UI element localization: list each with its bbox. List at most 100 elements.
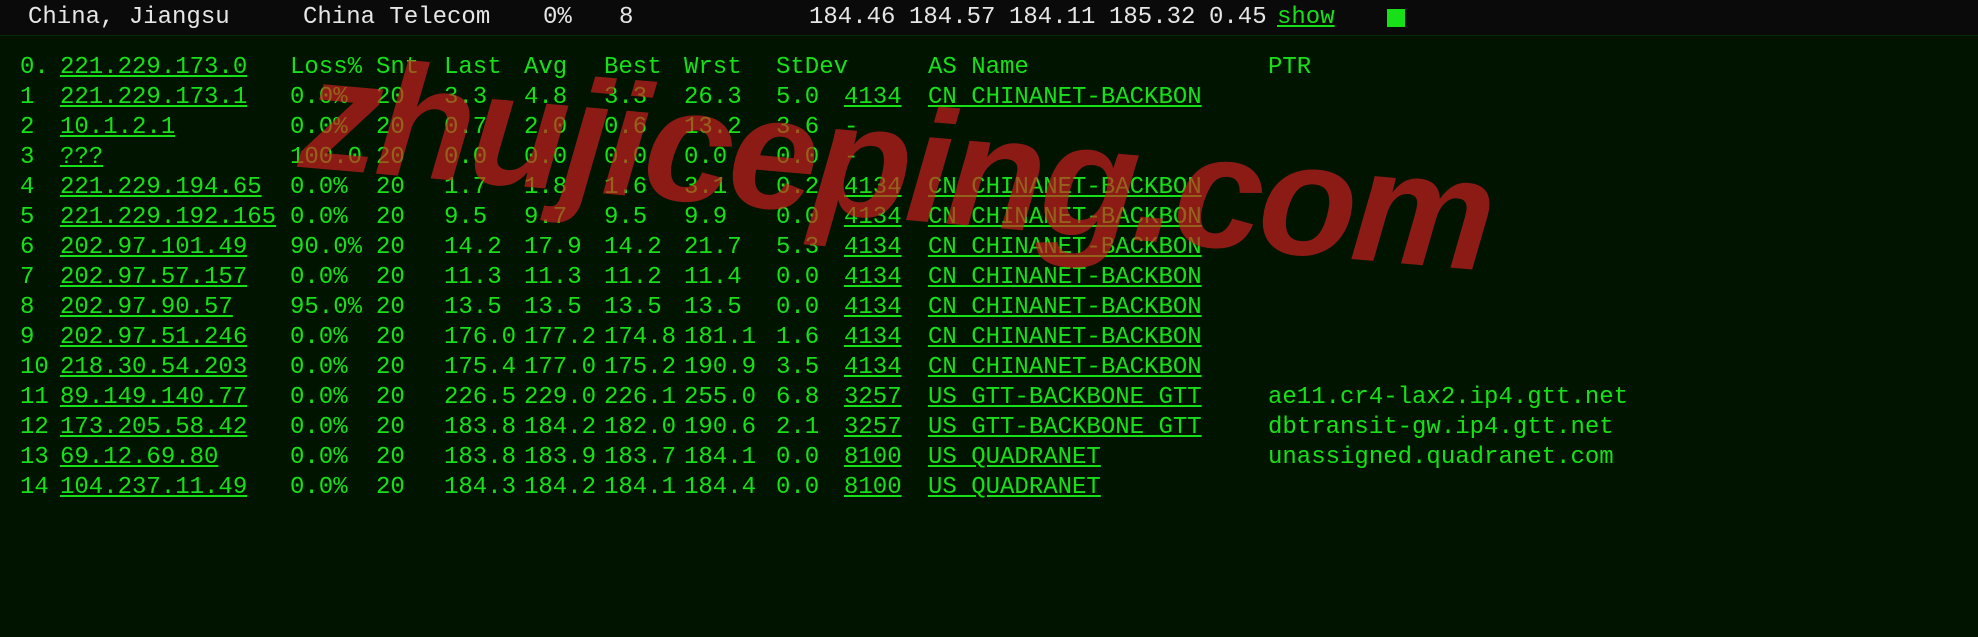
hop-number: 9 xyxy=(20,324,60,351)
best-value: 182.0 xyxy=(604,414,684,441)
asn-value[interactable]: 4134 xyxy=(844,204,928,231)
asname-value[interactable]: CN CHINANET-BACKBON xyxy=(928,174,1268,201)
asname-value[interactable]: CN CHINANET-BACKBON xyxy=(928,264,1268,291)
last-value: 176.0 xyxy=(444,324,524,351)
hop-number: 8 xyxy=(20,294,60,321)
asn-value[interactable]: 8100 xyxy=(844,444,928,471)
asname-value[interactable]: US GTT-BACKBONE GTT xyxy=(928,384,1268,411)
location: China, Jiangsu xyxy=(28,4,303,31)
hop-ip[interactable]: 221.229.173.1 xyxy=(60,84,290,111)
best-value: 14.2 xyxy=(604,234,684,261)
header-last: Last xyxy=(444,54,524,81)
hop-ip[interactable]: 221.229.194.65 xyxy=(60,174,290,201)
asn-value[interactable]: 4134 xyxy=(844,294,928,321)
show-link[interactable]: show xyxy=(1277,4,1387,31)
hop-number: 3 xyxy=(20,144,60,171)
loss-value: 0.0% xyxy=(290,204,376,231)
asn-value[interactable]: 3257 xyxy=(844,384,928,411)
header-loss: Loss% xyxy=(290,54,376,81)
wrst-value: 26.3 xyxy=(684,84,776,111)
asn-value: - xyxy=(844,114,928,141)
stdev-value: 0.0 xyxy=(776,264,844,291)
asname-value[interactable]: CN CHINANET-BACKBON xyxy=(928,354,1268,381)
snt-value: 20 xyxy=(376,474,444,501)
asname-value[interactable]: US QUADRANET xyxy=(928,474,1268,501)
top-count: 8 xyxy=(619,4,809,31)
last-value: 183.8 xyxy=(444,414,524,441)
loss-value: 0.0% xyxy=(290,354,376,381)
stdev-value: 5.3 xyxy=(776,234,844,261)
table-row: 4221.229.194.650.0%201.71.81.63.10.24134… xyxy=(20,172,1978,202)
last-value: 184.3 xyxy=(444,474,524,501)
asname-value[interactable]: CN CHINANET-BACKBON xyxy=(928,204,1268,231)
asname-value[interactable]: CN CHINANET-BACKBON xyxy=(928,234,1268,261)
header-ptr: PTR xyxy=(1268,54,1558,81)
snt-value: 20 xyxy=(376,324,444,351)
asn-value[interactable]: 4134 xyxy=(844,84,928,111)
hop-ip[interactable]: 218.30.54.203 xyxy=(60,354,290,381)
asname-value[interactable]: US QUADRANET xyxy=(928,444,1268,471)
asn-value[interactable]: 4134 xyxy=(844,324,928,351)
asn-value[interactable]: 3257 xyxy=(844,414,928,441)
wrst-value: 190.6 xyxy=(684,414,776,441)
hop-number: 14 xyxy=(20,474,60,501)
asn-value: - xyxy=(844,144,928,171)
wrst-value: 13.2 xyxy=(684,114,776,141)
header-snt: Snt xyxy=(376,54,444,81)
trace-panel: zhujiceping.com 0. 221.229.173.0 Loss% S… xyxy=(0,36,1978,637)
avg-value: 183.9 xyxy=(524,444,604,471)
table-row: 210.1.2.10.0%200.72.00.613.23.6- xyxy=(20,112,1978,142)
table-row: 10218.30.54.2030.0%20175.4177.0175.2190.… xyxy=(20,352,1978,382)
ptr-value: dbtransit-gw.ip4.gtt.net xyxy=(1268,414,1558,441)
loss-value: 0.0% xyxy=(290,474,376,501)
hop-ip[interactable]: 69.12.69.80 xyxy=(60,444,290,471)
hop-ip[interactable]: 89.149.140.77 xyxy=(60,384,290,411)
asn-value[interactable]: 4134 xyxy=(844,234,928,261)
avg-value: 177.2 xyxy=(524,324,604,351)
asname-value[interactable]: CN CHINANET-BACKBON xyxy=(928,324,1268,351)
hop-ip[interactable]: 104.237.11.49 xyxy=(60,474,290,501)
hop-ip[interactable]: 221.229.192.165 xyxy=(60,204,290,231)
hop-ip[interactable]: ??? xyxy=(60,144,290,171)
snt-value: 20 xyxy=(376,84,444,111)
top-v4: 185.32 xyxy=(1109,4,1209,31)
last-value: 183.8 xyxy=(444,444,524,471)
best-value: 13.5 xyxy=(604,294,684,321)
asn-value[interactable]: 4134 xyxy=(844,264,928,291)
wrst-value: 0.0 xyxy=(684,144,776,171)
hop-ip[interactable]: 173.205.58.42 xyxy=(60,414,290,441)
hop-ip[interactable]: 202.97.57.157 xyxy=(60,264,290,291)
asname-value[interactable]: CN CHINANET-BACKBON xyxy=(928,84,1268,111)
stdev-value: 0.0 xyxy=(776,204,844,231)
loss-value: 0.0% xyxy=(290,384,376,411)
hop-ip[interactable]: 202.97.101.49 xyxy=(60,234,290,261)
last-value: 1.7 xyxy=(444,174,524,201)
loss-value: 0.0% xyxy=(290,414,376,441)
avg-value: 177.0 xyxy=(524,354,604,381)
table-row: 14104.237.11.490.0%20184.3184.2184.1184.… xyxy=(20,472,1978,502)
carrier: China Telecom xyxy=(303,4,543,31)
header-ip[interactable]: 221.229.173.0 xyxy=(60,54,290,81)
best-value: 3.3 xyxy=(604,84,684,111)
best-value: 183.7 xyxy=(604,444,684,471)
asname-value[interactable]: CN CHINANET-BACKBON xyxy=(928,294,1268,321)
ptr-value: ae11.cr4-lax2.ip4.gtt.net xyxy=(1268,384,1558,411)
asn-value[interactable]: 8100 xyxy=(844,474,928,501)
asn-value[interactable]: 4134 xyxy=(844,354,928,381)
table-row: 1189.149.140.770.0%20226.5229.0226.1255.… xyxy=(20,382,1978,412)
last-value: 14.2 xyxy=(444,234,524,261)
best-value: 0.6 xyxy=(604,114,684,141)
snt-value: 20 xyxy=(376,204,444,231)
asn-value[interactable]: 4134 xyxy=(844,174,928,201)
snt-value: 20 xyxy=(376,234,444,261)
header-avg: Avg xyxy=(524,54,604,81)
best-value: 1.6 xyxy=(604,174,684,201)
hop-ip[interactable]: 202.97.90.57 xyxy=(60,294,290,321)
table-row: 9202.97.51.2460.0%20176.0177.2174.8181.1… xyxy=(20,322,1978,352)
table-row: 12173.205.58.420.0%20183.8184.2182.0190.… xyxy=(20,412,1978,442)
hop-ip[interactable]: 202.97.51.246 xyxy=(60,324,290,351)
hop-ip[interactable]: 10.1.2.1 xyxy=(60,114,290,141)
asname-value[interactable]: US GTT-BACKBONE GTT xyxy=(928,414,1268,441)
snt-value: 20 xyxy=(376,174,444,201)
stdev-value: 0.0 xyxy=(776,294,844,321)
